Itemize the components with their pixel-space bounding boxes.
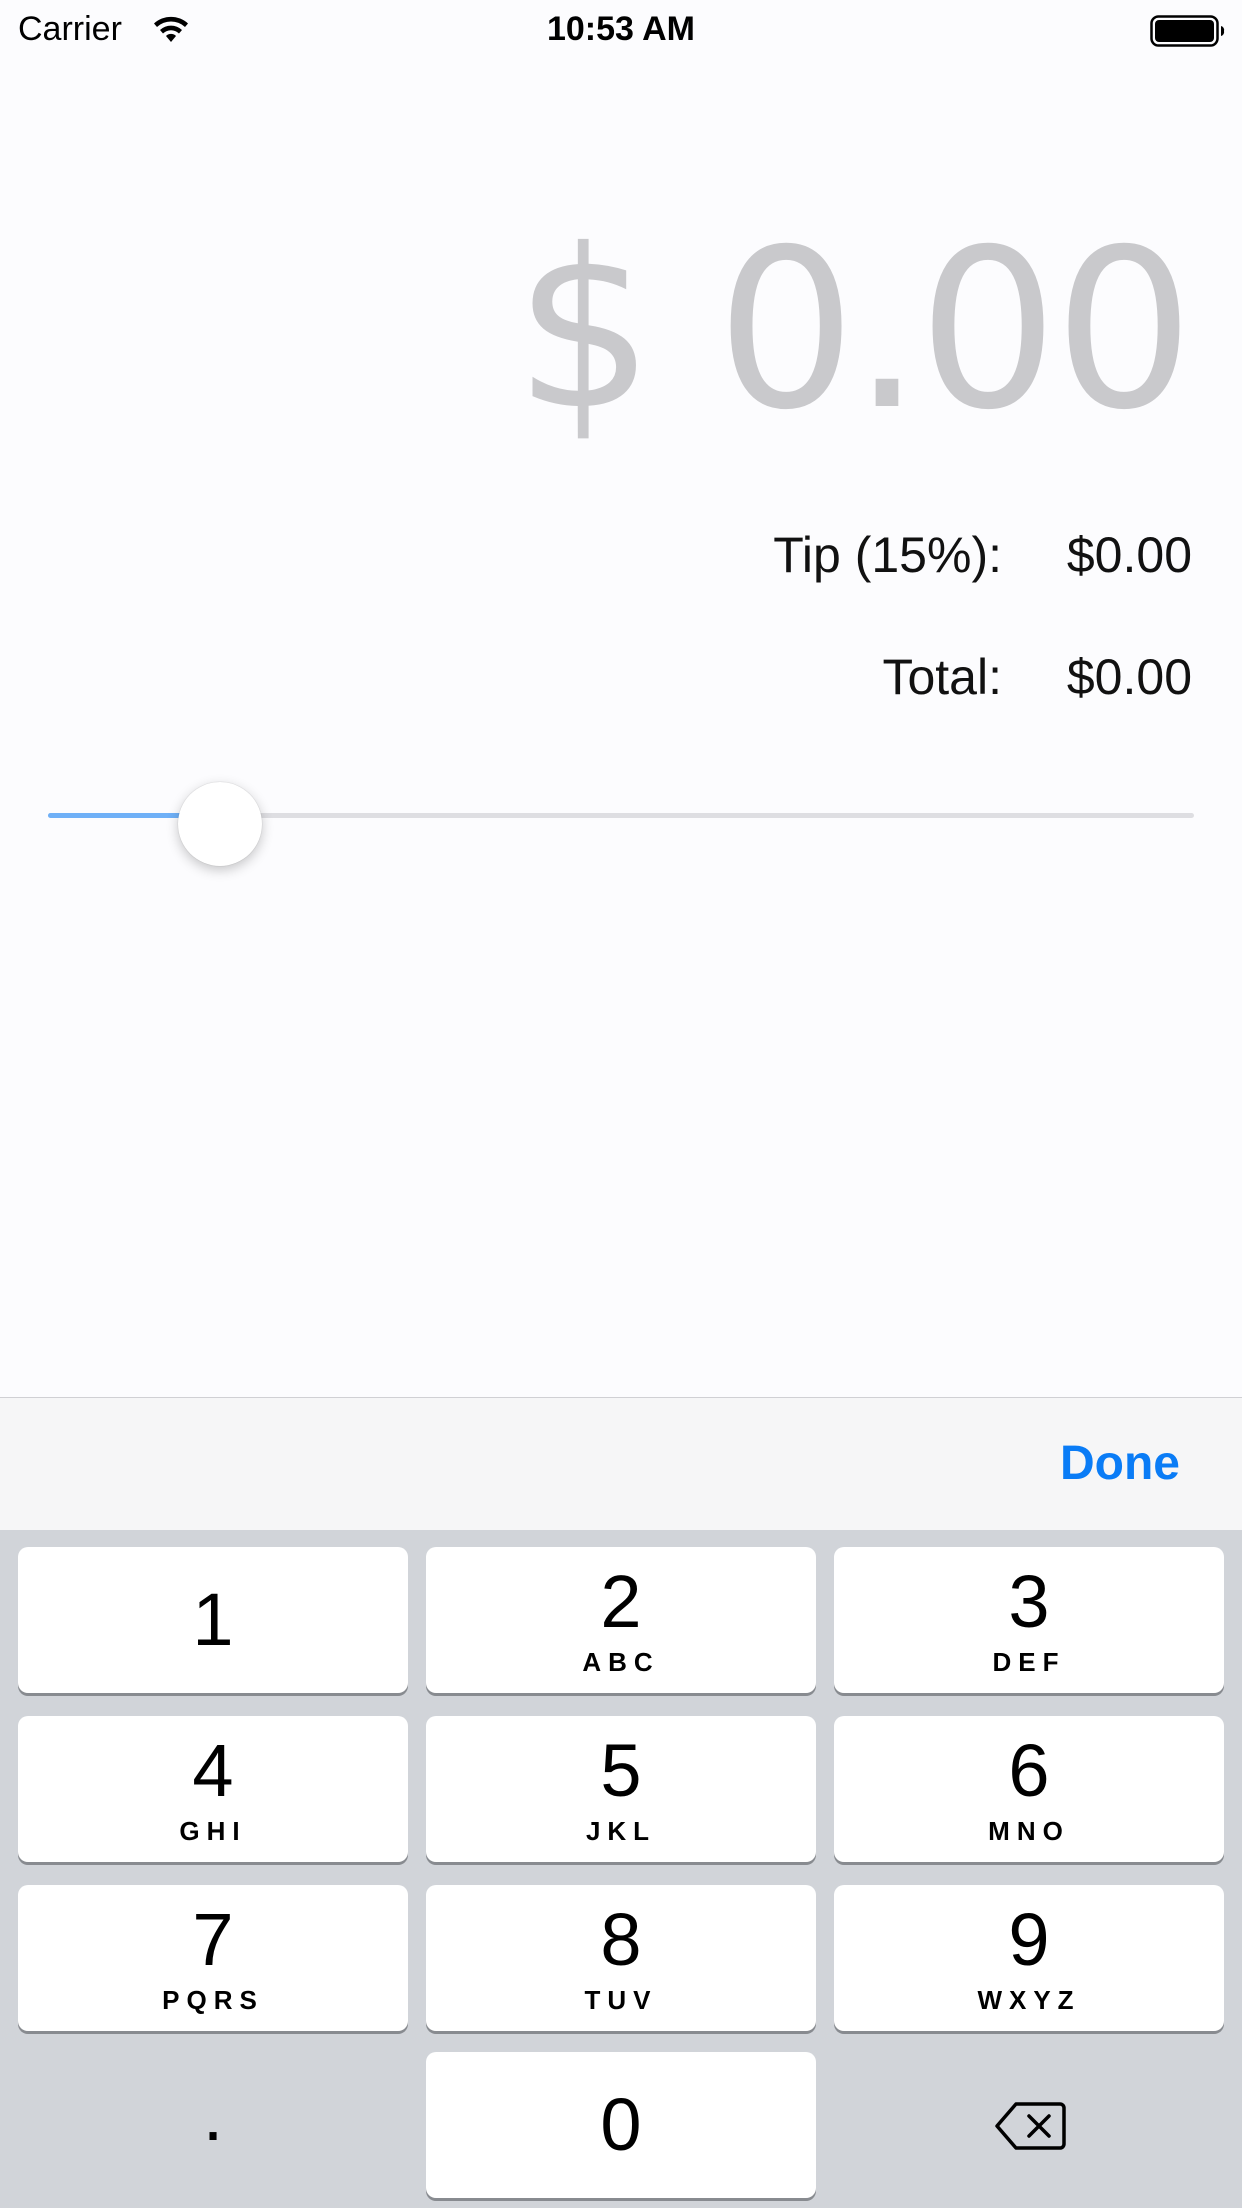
- clock: 10:53 AM: [546, 10, 696, 48]
- status-bar: Carrier 10:53 AM: [0, 0, 1242, 62]
- key-letters: PQRS: [162, 1985, 264, 2015]
- key-digit: 5: [600, 1729, 642, 1812]
- key-letters: JKL: [585, 1816, 657, 1846]
- backspace-key[interactable]: [834, 2052, 1224, 2198]
- slider-thumb[interactable]: [177, 782, 262, 866]
- keyboard-toolbar: Done: [0, 1397, 1242, 1531]
- key-digit: 6: [1008, 1729, 1050, 1812]
- done-button[interactable]: Done: [1060, 1436, 1180, 1491]
- key-letters: TUV: [584, 1985, 658, 2015]
- key-4[interactable]: 4 GHI: [18, 1716, 408, 1862]
- key-letters: MNO: [988, 1816, 1070, 1846]
- tip-percentage-slider[interactable]: [48, 780, 1194, 866]
- bill-amount-field[interactable]: $ 0.00: [514, 210, 1194, 450]
- key-8[interactable]: 8 TUV: [426, 1885, 816, 2031]
- key-digit: 3: [1008, 1560, 1050, 1643]
- key-digit: 1: [192, 1578, 234, 1661]
- key-decimal[interactable]: .: [18, 2052, 408, 2198]
- key-decimal-label: .: [202, 2073, 224, 2156]
- tip-label: Tip (15%):: [773, 527, 1002, 583]
- tip-value: $0.00: [1066, 527, 1192, 583]
- key-letters: GHI: [179, 1816, 247, 1846]
- key-6[interactable]: 6 MNO: [834, 1716, 1224, 1862]
- key-digit: 7: [192, 1898, 234, 1981]
- key-7[interactable]: 7 PQRS: [18, 1885, 408, 2031]
- total-value: $0.00: [1066, 649, 1192, 705]
- key-digit: 0: [600, 2083, 642, 2166]
- key-3[interactable]: 3 DEF: [834, 1547, 1224, 1693]
- key-2[interactable]: 2 ABC: [426, 1547, 816, 1693]
- key-digit: 8: [600, 1898, 642, 1981]
- backspace-icon: [995, 2102, 1066, 2150]
- key-digit: 9: [1008, 1898, 1050, 1981]
- key-1[interactable]: 1: [18, 1547, 408, 1693]
- key-digit: 4: [192, 1729, 234, 1812]
- key-5[interactable]: 5 JKL: [426, 1716, 816, 1862]
- tip-calculator-screen: Carrier 10:53 AM $ 0.00 Tip (15%): $0.00…: [0, 0, 1242, 2208]
- total-label: Total:: [882, 649, 1002, 705]
- battery-icon: [1150, 15, 1225, 47]
- key-0[interactable]: 0: [426, 2052, 816, 2198]
- key-9[interactable]: 9 WXYZ: [834, 1885, 1224, 2031]
- key-digit: 2: [600, 1560, 642, 1643]
- number-keypad: 1 2 ABC 3 DEF 4 GHI 5 JKL 6 MNO 7 PQRS 8…: [0, 1530, 1242, 2208]
- tip-row: Tip (15%): $0.00: [492, 526, 1192, 586]
- key-letters: ABC: [582, 1647, 660, 1677]
- total-row: Total: $0.00: [492, 648, 1192, 708]
- key-letters: DEF: [992, 1647, 1066, 1677]
- key-letters: WXYZ: [977, 1985, 1081, 2015]
